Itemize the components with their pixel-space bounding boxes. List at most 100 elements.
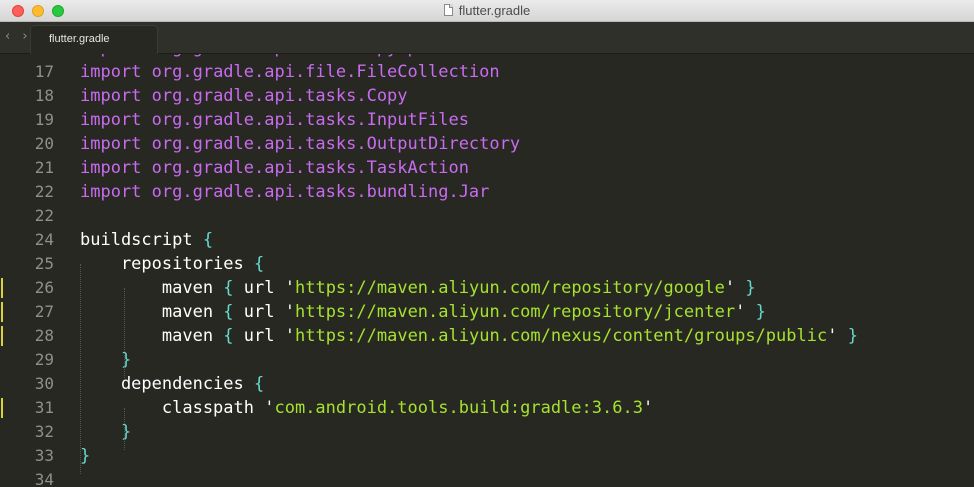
code-token: import (80, 134, 152, 154)
code-line[interactable]: 19 import org.gradle.api.tasks.InputFiles (0, 108, 974, 132)
code-token: ' (284, 326, 295, 346)
line-number: 24 (34, 230, 54, 249)
line-number: 22 (34, 182, 54, 201)
code-text: repositories { (80, 252, 264, 276)
code-line[interactable]: 28 maven { url 'https://maven.aliyun.com… (0, 324, 974, 348)
code-token: com.android.tools.build:gradle:3.6.3 (274, 398, 643, 418)
code-token: ' (284, 302, 295, 322)
modified-line-marker (1, 278, 3, 298)
code-token: import (80, 110, 152, 130)
document-icon (443, 4, 453, 16)
code-token: import (80, 62, 152, 82)
code-token: } (755, 302, 766, 322)
code-token: url (243, 278, 285, 298)
code-token: ' (827, 326, 848, 346)
code-text: classpath 'com.android.tools.build:gradl… (80, 396, 653, 420)
code-text: import org.gradle.api.tasks.TaskAction (80, 156, 469, 180)
tab-bar: ‹ › flutter.gradle (0, 22, 974, 54)
code-line[interactable]: 27 maven { url 'https://maven.aliyun.com… (0, 300, 974, 324)
tab-nav-arrows[interactable]: ‹ › (5, 29, 32, 44)
code-token: { (223, 326, 244, 346)
tab-flutter-gradle[interactable]: flutter.gradle (30, 25, 158, 54)
code-token: repositories (80, 254, 254, 274)
code-text: import org.gradle.api.tasks.OutputDirect… (80, 132, 520, 156)
code-token: { (254, 254, 265, 274)
code-token: } (847, 326, 858, 346)
code-line[interactable]: 30 dependencies { (0, 372, 974, 396)
code-line[interactable]: 31 classpath 'com.android.tools.build:gr… (0, 396, 974, 420)
code-text: } (80, 444, 90, 468)
code-token: } (745, 278, 756, 298)
code-token: { (202, 230, 214, 250)
code-line[interactable]: 34 (0, 468, 974, 487)
code-token: org.gradle.api.tasks.OutputDirectory (151, 134, 521, 154)
code-line[interactable]: 18 import org.gradle.api.tasks.Copy (0, 84, 974, 108)
line-number: 20 (34, 134, 54, 153)
code-token: org.gradle.api.file.FileCollection (151, 62, 500, 82)
line-number: 28 (34, 326, 54, 345)
indent-guide (80, 264, 81, 474)
code-token: org.gradle.api.tasks.Copy (151, 86, 408, 106)
code-token: classpath (80, 398, 265, 418)
line-number: 17 (34, 62, 54, 81)
code-token: { (223, 278, 244, 298)
line-number: 29 (34, 350, 54, 369)
code-text: import org.gradle.api.tasks.InputFiles (80, 108, 469, 132)
tab-label: flutter.gradle (49, 33, 110, 45)
code-line[interactable]: 24 buildscript { (0, 228, 974, 252)
code-line[interactable]: 25 repositories { (0, 252, 974, 276)
code-token: ' (735, 302, 756, 322)
code-token: { (223, 302, 244, 322)
code-token: maven (80, 326, 224, 346)
code-editor[interactable]: 16import org.gradle.api.file.CopySpec17i… (0, 54, 974, 487)
code-token: https://maven.aliyun.com/nexus/content/g… (294, 326, 828, 346)
code-line[interactable]: 21 import org.gradle.api.tasks.TaskAction (0, 156, 974, 180)
code-token: import (80, 86, 152, 106)
code-token: import (80, 182, 152, 202)
line-number: 21 (34, 158, 54, 177)
window-title: flutter.gradle (0, 3, 974, 18)
modified-line-marker (1, 326, 3, 346)
line-number: 26 (34, 278, 54, 297)
code-line[interactable]: 20 import org.gradle.api.tasks.OutputDire… (0, 132, 974, 156)
modified-line-marker (1, 302, 3, 322)
indent-guide (124, 408, 125, 450)
line-number: 33 (34, 446, 54, 465)
code-token: import (80, 158, 152, 178)
code-line[interactable]: 32 } (0, 420, 974, 444)
code-line[interactable]: 22 import org.gradle.api.tasks.bundling.J… (0, 180, 974, 204)
code-line[interactable]: 33} (0, 444, 974, 468)
line-number: 19 (34, 110, 54, 129)
code-text: dependencies { (80, 372, 264, 396)
code-token: org.gradle.api.tasks.InputFiles (151, 110, 469, 130)
line-number: 22 (34, 206, 54, 225)
code-token: ' (642, 398, 654, 418)
code-token: dependencies (80, 374, 254, 394)
code-text: buildscript { (80, 228, 213, 252)
code-line[interactable]: 17 import org.gradle.api.file.FileCollect… (0, 60, 974, 84)
line-number: 31 (34, 398, 54, 417)
code-token: ' (264, 398, 275, 418)
line-number: 34 (34, 470, 54, 487)
code-token: org.gradle.api.tasks.TaskAction (151, 158, 469, 178)
code-text: import org.gradle.api.file.FileCollectio… (80, 60, 500, 84)
code-text: import org.gradle.api.tasks.bundling.Jar (80, 180, 489, 204)
code-token: url (243, 326, 285, 346)
code-lines: 16import org.gradle.api.file.CopySpec17i… (0, 54, 974, 487)
line-number: 30 (34, 374, 54, 393)
code-token: org.gradle.api.tasks.bundling.Jar (151, 182, 490, 202)
window-titlebar: flutter.gradle (0, 0, 974, 22)
window-title-text: flutter.gradle (458, 3, 531, 18)
code-token: } (80, 446, 91, 466)
code-token: buildscript (80, 230, 203, 250)
code-token: ' (284, 278, 295, 298)
code-text: maven { url 'https://maven.aliyun.com/re… (80, 276, 756, 300)
code-text: maven { url 'https://maven.aliyun.com/re… (80, 300, 766, 324)
code-line[interactable]: 22 (0, 204, 974, 228)
code-token: org.gradle.api.file.CopySpec (152, 54, 439, 58)
code-text: import org.gradle.api.tasks.Copy (80, 84, 408, 108)
code-line[interactable]: 26 maven { url 'https://maven.aliyun.com… (0, 276, 974, 300)
code-token: import (80, 54, 152, 58)
line-number: 27 (34, 302, 54, 321)
code-line[interactable]: 29 } (0, 348, 974, 372)
